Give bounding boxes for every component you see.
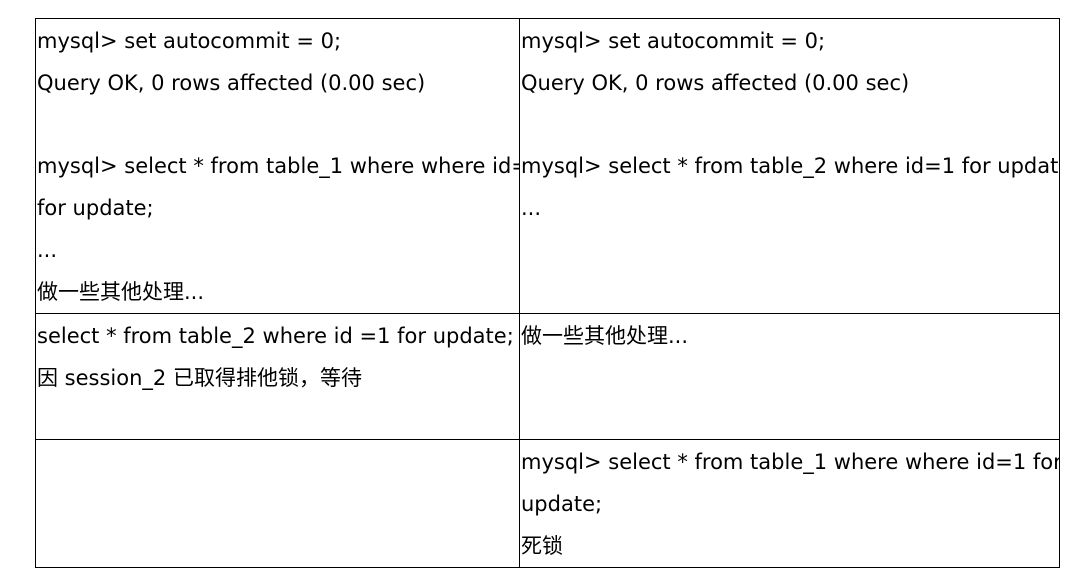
- sql-line-continued: update;: [521, 492, 603, 516]
- sql-line: mysql> select * from table_1 where where…: [521, 450, 1059, 474]
- session-2-cell-step-2: 做一些其他处理...: [519, 313, 1060, 440]
- sql-line: mysql> set autocommit = 0;: [37, 29, 342, 53]
- table-row: mysql> select * from table_1 where where…: [35, 439, 1060, 568]
- deadlock-line: 死锁: [521, 534, 563, 558]
- sql-line: select * from table_2 where id =1 for up…: [37, 324, 514, 348]
- session-1-cell-step-1: mysql> set autocommit = 0; Query OK, 0 r…: [35, 18, 520, 314]
- session-comparison-table: mysql> set autocommit = 0; Query OK, 0 r…: [35, 18, 1060, 568]
- session-1-cell-step-3: [35, 439, 520, 568]
- session-2-cell-step-1: mysql> set autocommit = 0; Query OK, 0 r…: [519, 18, 1060, 314]
- note-line: 因 session_2 已取得排他锁，等待: [37, 366, 362, 390]
- session-2-cell-step-3: mysql> select * from table_1 where where…: [519, 439, 1060, 568]
- note-line: 做一些其他处理...: [521, 324, 689, 348]
- sql-line-continued: for update;: [37, 196, 154, 220]
- table-row: mysql> set autocommit = 0; Query OK, 0 r…: [35, 18, 1060, 314]
- table-row: select * from table_2 where id =1 for up…: [35, 313, 1060, 440]
- session-1-cell-step-2: select * from table_2 where id =1 for up…: [35, 313, 520, 440]
- ellipsis-line: ...: [521, 196, 542, 220]
- ellipsis-line: ...: [37, 238, 58, 262]
- sql-line: mysql> select * from table_2 where id=1 …: [521, 154, 1059, 178]
- result-line: Query OK, 0 rows affected (0.00 sec): [37, 71, 426, 95]
- note-line: 做一些其他处理...: [37, 280, 205, 304]
- result-line: Query OK, 0 rows affected (0.00 sec): [521, 71, 910, 95]
- sql-line: mysql> set autocommit = 0;: [521, 29, 826, 53]
- sql-line: mysql> select * from table_1 where where…: [37, 154, 519, 178]
